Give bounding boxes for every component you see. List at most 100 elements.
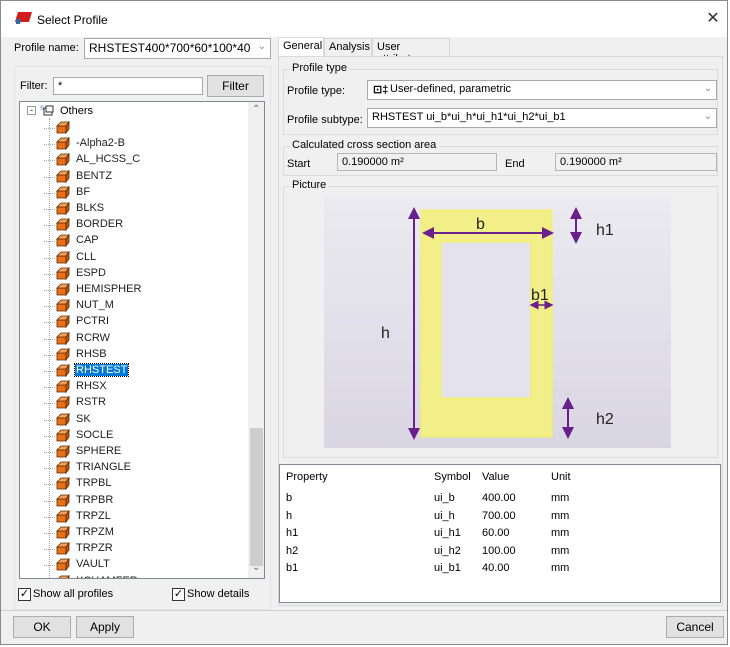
- profile-block-icon: [56, 477, 70, 491]
- table-row[interactable]: h1 ui_h1 60.00 mm: [280, 526, 720, 543]
- show-all-profiles-label: Show all profiles: [33, 588, 114, 600]
- ok-button[interactable]: OK: [13, 616, 71, 638]
- tree-root-others[interactable]: Others: [60, 105, 93, 117]
- tree-item-label: RSTR: [76, 396, 106, 409]
- tree-line: [49, 118, 50, 578]
- tree-line: [44, 468, 55, 470]
- tree-item-label: BENTZ: [76, 169, 113, 182]
- table-row[interactable]: h ui_h 700.00 mm: [280, 509, 720, 526]
- tree-line: [44, 419, 55, 421]
- tree-item-label: ESPD: [76, 266, 106, 279]
- table-row[interactable]: b1 ui_b1 40.00 mm: [280, 561, 720, 578]
- table-row[interactable]: b ui_b 400.00 mm: [280, 491, 720, 508]
- rhs-inner-hollow: [440, 241, 532, 399]
- column-header[interactable]: Property: [286, 471, 328, 483]
- area-start-field: 0.190000 m²: [337, 153, 497, 171]
- select-profile-dialog: Select Profile ✕ Profile name: RHSTEST40…: [0, 0, 728, 645]
- tree-line: [44, 500, 55, 502]
- collapse-icon[interactable]: -: [27, 106, 36, 115]
- table-cell: b1: [286, 562, 299, 574]
- label-h1: h1: [596, 222, 614, 239]
- tree-line: [44, 371, 55, 372]
- picture-title: Picture: [290, 179, 329, 191]
- parametric-profile-icon: ⊡‡: [373, 84, 389, 96]
- divider: [1, 610, 727, 611]
- table-cell: b: [286, 492, 293, 504]
- table-cell: mm: [551, 509, 570, 522]
- profile-name-combobox[interactable]: RHSTEST400*700*60*100*40 ⌄: [84, 38, 271, 59]
- filter-button[interactable]: Filter: [207, 75, 264, 97]
- tree-item-label: AL_HCSS_C: [76, 153, 141, 166]
- tree-item-label: BLKS: [76, 202, 105, 214]
- profile-block-icon: [56, 461, 70, 475]
- show-all-profiles-checkbox[interactable]: ✓: [18, 588, 31, 601]
- show-details-checkbox[interactable]: ✓: [172, 588, 185, 601]
- property-table[interactable]: Property Symbol Value Unit b ui_b 400.00 mm h ui_…: [279, 464, 721, 603]
- apply-button[interactable]: Apply: [76, 616, 134, 638]
- profile-subtype-combobox[interactable]: RHSTEST ui_b*ui_h*ui_h1*ui_h2*ui_b1 ⌄: [367, 108, 717, 128]
- profile-block-icon: [56, 185, 70, 199]
- tree-line: [44, 128, 55, 129]
- scrollbar-thumb[interactable]: [250, 428, 263, 566]
- profile-block-icon: [56, 428, 70, 442]
- profile-block-icon: [56, 493, 70, 507]
- tree-line: [44, 565, 55, 567]
- label-h2: h2: [596, 411, 614, 428]
- tree-line: [44, 290, 55, 291]
- profile-block-icon: [56, 412, 70, 426]
- scroll-up-icon[interactable]: ⌃: [252, 104, 260, 115]
- tab-user-attributes[interactable]: User attributes: [372, 38, 450, 65]
- table-row[interactable]: h2 ui_h2 100.00 mm: [280, 544, 720, 561]
- profile-subtype-label: Profile subtype:: [287, 114, 363, 126]
- column-header[interactable]: Unit: [551, 471, 571, 483]
- window-title: Select Profile: [37, 13, 108, 27]
- tree-item-label: VAULT: [76, 558, 110, 571]
- cancel-button[interactable]: Cancel: [666, 616, 724, 638]
- profile-block-icon: [56, 347, 70, 361]
- tree-line: [44, 549, 55, 551]
- close-icon[interactable]: ✕: [701, 7, 725, 31]
- profile-block-icon: [56, 169, 70, 183]
- tree-line: [44, 225, 55, 227]
- tab-analysis[interactable]: Analysis: [324, 38, 372, 57]
- profile-name-value: RHSTEST400*700*60*100*40: [89, 41, 251, 55]
- tab-general[interactable]: General: [278, 37, 324, 57]
- app-logo-icon: [15, 12, 32, 24]
- profile-block-icon: [56, 121, 70, 134]
- column-header[interactable]: Value: [482, 471, 509, 483]
- svg-text:S: S: [40, 106, 44, 112]
- filter-input[interactable]: *: [53, 77, 203, 95]
- tree-item-label: RHSTEST: [73, 363, 130, 377]
- tree-item-label: TRPZR: [76, 542, 113, 555]
- label-b1: b1: [531, 287, 549, 304]
- profile-block-icon: [56, 266, 70, 280]
- tree-item-label: TRPBR: [76, 493, 114, 506]
- tree-item-label: HEMISPHER: [76, 283, 142, 295]
- table-cell: mm: [551, 527, 570, 539]
- profile-type-value: User-defined, parametric: [390, 83, 512, 95]
- profile-tree[interactable]: - S Others -Alpha2-B AL_HCSS_C BENTZ BF BLKS…: [19, 101, 265, 579]
- profile-block-icon: [56, 202, 70, 215]
- tree-line: [44, 387, 55, 389]
- tree-line: [44, 241, 55, 243]
- tree-line: [44, 533, 55, 534]
- profile-block-icon: [56, 509, 70, 523]
- area-start-label: Start: [287, 158, 311, 170]
- profile-block-icon: [56, 137, 70, 151]
- table-cell: ui_h2: [434, 544, 461, 557]
- column-header[interactable]: Symbol: [434, 471, 471, 483]
- profile-type-combobox[interactable]: ⊡‡ User-defined, parametric ⌄: [367, 80, 717, 100]
- tree-item-label: XCHAMFER: [75, 575, 139, 578]
- table-cell: mm: [551, 492, 570, 504]
- profile-block-icon: [58, 574, 70, 578]
- table-cell: h: [286, 509, 293, 522]
- tree-line: [44, 516, 55, 518]
- profile-block-icon: [56, 396, 70, 410]
- tree-item-label: RHSB: [76, 347, 107, 360]
- table-cell: mm: [551, 544, 570, 557]
- tree-item-label: PCTRI: [76, 315, 109, 328]
- table-cell: ui_b1: [434, 562, 461, 574]
- tree-item-label: BF: [76, 185, 91, 198]
- tree-item-label: BORDER: [76, 218, 124, 231]
- profile-block-icon: [56, 250, 70, 264]
